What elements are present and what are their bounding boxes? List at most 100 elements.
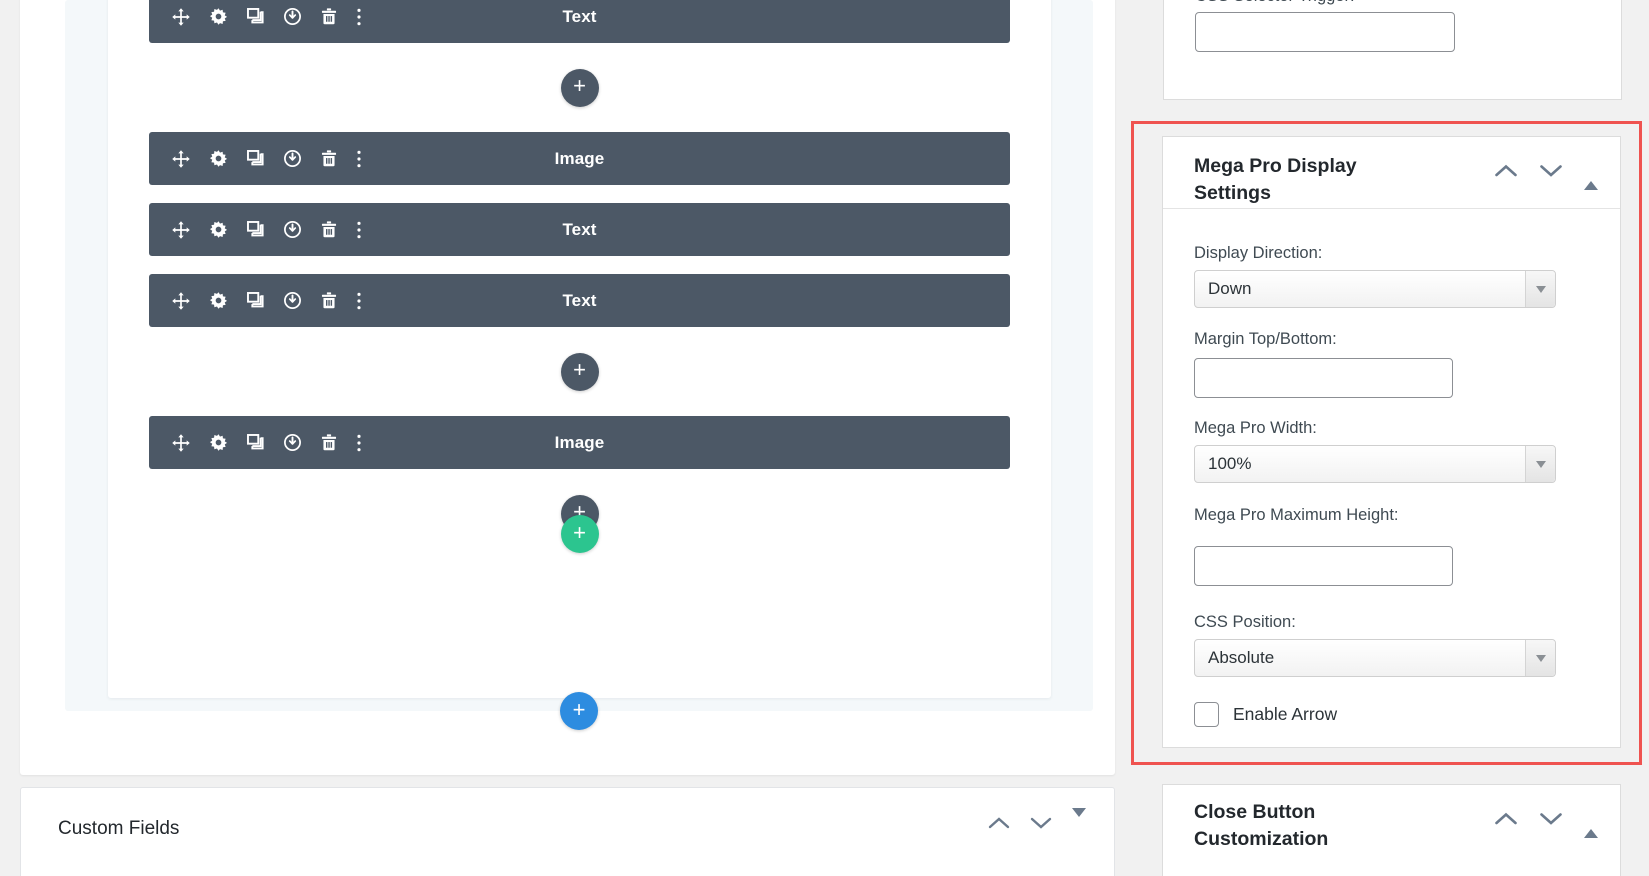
move-icon[interactable] bbox=[171, 291, 191, 311]
builder-outer-panel: TextText+ImageTextText+Image+ + + bbox=[20, 0, 1115, 775]
chevron-down-icon[interactable] bbox=[1030, 816, 1052, 835]
css-position-label: CSS Position: bbox=[1194, 613, 1296, 631]
gear-icon[interactable] bbox=[209, 149, 228, 168]
move-icon[interactable] bbox=[171, 7, 191, 27]
module-row[interactable]: Text bbox=[149, 203, 1010, 256]
custom-fields-controls bbox=[988, 807, 1086, 835]
chevron-down-icon[interactable] bbox=[1525, 446, 1555, 482]
css-position-value: Absolute bbox=[1208, 648, 1275, 667]
add-module-button[interactable]: + bbox=[560, 352, 599, 391]
close-button-customization-panel: Close Button Customization bbox=[1162, 784, 1621, 876]
gear-icon[interactable] bbox=[209, 220, 228, 239]
css-selector-trigger-label: CSS Selector Trigger: bbox=[1195, 0, 1355, 6]
enable-arrow-checkbox[interactable] bbox=[1194, 702, 1219, 727]
module-row[interactable]: Image bbox=[149, 132, 1010, 185]
mega-pro-width-label: Mega Pro Width: bbox=[1194, 419, 1317, 437]
duplicate-icon[interactable] bbox=[246, 7, 265, 26]
gear-icon[interactable] bbox=[209, 7, 228, 26]
close-button-panel-controls bbox=[1494, 811, 1598, 838]
chevron-down-icon[interactable] bbox=[1525, 271, 1555, 307]
chevron-down-icon[interactable] bbox=[1539, 811, 1563, 831]
add-section-plus: + bbox=[572, 696, 586, 722]
trash-icon[interactable] bbox=[320, 433, 338, 452]
chevron-down-icon[interactable] bbox=[1539, 163, 1563, 183]
module-row-actions bbox=[149, 149, 362, 169]
add-module-row: + bbox=[149, 61, 1010, 114]
builder-row-wrapper: TextText+ImageTextText+Image+ + bbox=[108, 0, 1051, 698]
triangle-up-icon[interactable] bbox=[1584, 812, 1598, 838]
field-mega-pro-width: Mega Pro Width: 100% bbox=[1194, 419, 1556, 483]
power-icon[interactable] bbox=[283, 220, 302, 239]
add-module-row: + bbox=[149, 345, 1010, 398]
enable-arrow-row[interactable]: Enable Arrow bbox=[1194, 702, 1337, 727]
css-selector-trigger-input[interactable] bbox=[1195, 12, 1455, 52]
add-row-plus: + bbox=[573, 519, 586, 545]
chevron-down-icon[interactable] bbox=[1525, 640, 1555, 676]
mega-pro-maximum-height-label: Mega Pro Maximum Height: bbox=[1194, 506, 1399, 524]
add-row-button[interactable]: + bbox=[560, 515, 599, 553]
mega-pro-width-value: 100% bbox=[1208, 454, 1252, 473]
add-section-button[interactable]: + bbox=[560, 692, 598, 730]
chevron-up-icon[interactable] bbox=[988, 816, 1010, 835]
power-icon[interactable] bbox=[283, 433, 302, 452]
custom-fields-title: Custom Fields bbox=[58, 818, 180, 839]
chevron-up-icon[interactable] bbox=[1494, 811, 1518, 831]
duplicate-icon[interactable] bbox=[246, 433, 265, 452]
more-vertical-icon[interactable] bbox=[356, 7, 362, 27]
css-position-select[interactable]: Absolute bbox=[1194, 639, 1556, 677]
close-button-panel-title: Close Button Customization bbox=[1194, 801, 1329, 850]
power-icon[interactable] bbox=[283, 291, 302, 310]
module-row-actions bbox=[149, 433, 362, 453]
mega-pro-width-select[interactable]: 100% bbox=[1194, 445, 1556, 483]
more-vertical-icon[interactable] bbox=[356, 220, 362, 240]
field-display-direction: Display Direction: Down bbox=[1194, 244, 1556, 308]
duplicate-icon[interactable] bbox=[246, 291, 265, 310]
more-vertical-icon[interactable] bbox=[356, 291, 362, 311]
app-screen: TextText+ImageTextText+Image+ + + Custom… bbox=[0, 0, 1649, 876]
custom-fields-panel: Custom Fields bbox=[20, 787, 1115, 876]
power-icon[interactable] bbox=[283, 7, 302, 26]
module-row-actions bbox=[149, 291, 362, 311]
field-margin-top-bottom: Margin Top/Bottom: bbox=[1194, 330, 1556, 398]
field-css-position: CSS Position: Absolute bbox=[1194, 613, 1556, 677]
trash-icon[interactable] bbox=[320, 7, 338, 26]
mega-pro-maximum-height-input[interactable] bbox=[1194, 546, 1453, 586]
add-module-button[interactable]: + bbox=[560, 68, 599, 107]
more-vertical-icon[interactable] bbox=[356, 149, 362, 169]
trash-icon[interactable] bbox=[320, 291, 338, 310]
gear-icon[interactable] bbox=[209, 433, 228, 452]
move-icon[interactable] bbox=[171, 149, 191, 169]
triangle-up-icon[interactable] bbox=[1584, 164, 1598, 190]
module-row-actions bbox=[149, 220, 362, 240]
css-selector-trigger-panel: CSS Selector Trigger: bbox=[1163, 0, 1622, 100]
trash-icon[interactable] bbox=[320, 220, 338, 239]
move-icon[interactable] bbox=[171, 220, 191, 240]
move-icon[interactable] bbox=[171, 433, 191, 453]
module-row[interactable]: Text bbox=[149, 274, 1010, 327]
chevron-up-icon[interactable] bbox=[1494, 163, 1518, 183]
trash-icon[interactable] bbox=[320, 149, 338, 168]
add-row-wrapper: + bbox=[108, 515, 1051, 553]
display-direction-label: Display Direction: bbox=[1194, 244, 1323, 262]
mega-pro-panel-title: Mega Pro Display Settings bbox=[1194, 155, 1357, 204]
module-row-actions bbox=[149, 7, 362, 27]
module-list: TextText+ImageTextText+Image+ bbox=[149, 0, 1010, 558]
gear-icon[interactable] bbox=[209, 291, 228, 310]
mega-pro-panel-controls bbox=[1494, 163, 1598, 190]
add-module-plus: + bbox=[573, 357, 586, 382]
triangle-down-icon[interactable] bbox=[1072, 807, 1086, 835]
display-direction-select[interactable]: Down bbox=[1194, 270, 1556, 308]
add-section-wrapper: + bbox=[65, 692, 1093, 730]
add-module-plus: + bbox=[573, 73, 586, 98]
more-vertical-icon[interactable] bbox=[356, 433, 362, 453]
module-row[interactable]: Image bbox=[149, 416, 1010, 469]
margin-top-bottom-label: Margin Top/Bottom: bbox=[1194, 330, 1337, 348]
module-row[interactable]: Text bbox=[149, 0, 1010, 43]
right-sidebar: CSS Selector Trigger: Mega Pro Display S… bbox=[1131, 0, 1649, 876]
display-direction-value: Down bbox=[1208, 279, 1252, 298]
field-mega-pro-maximum-height: Mega Pro Maximum Height: bbox=[1194, 506, 1556, 586]
power-icon[interactable] bbox=[283, 149, 302, 168]
duplicate-icon[interactable] bbox=[246, 220, 265, 239]
duplicate-icon[interactable] bbox=[246, 149, 265, 168]
margin-top-bottom-input[interactable] bbox=[1194, 358, 1453, 398]
